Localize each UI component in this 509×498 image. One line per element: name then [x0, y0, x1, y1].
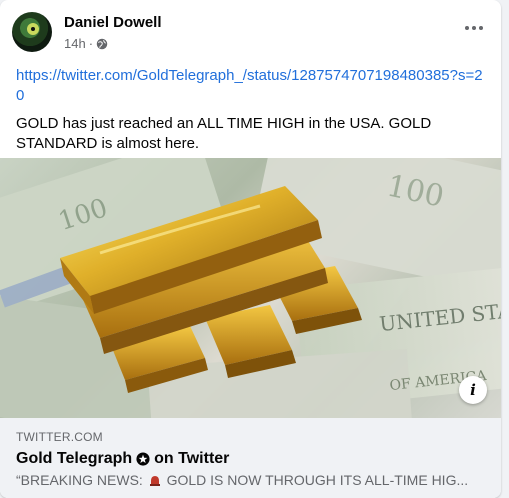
siren-icon	[149, 476, 160, 486]
preview-title-suffix: on Twitter	[154, 450, 230, 467]
post-card: Daniel Dowell 14h · https://twitter.com/…	[0, 0, 501, 498]
gold-bars-on-dollars-image: 100 100 UNITED STATES OF AMERICA	[0, 158, 501, 418]
star-badge-icon	[136, 452, 150, 466]
post-header: Daniel Dowell 14h ·	[12, 12, 489, 56]
preview-description-start: “BREAKING NEWS:	[16, 472, 143, 488]
meta-separator: ·	[88, 36, 94, 51]
post-image[interactable]: 100 100 UNITED STATES OF AMERICA i	[0, 158, 501, 418]
post-time[interactable]: 14h	[64, 36, 86, 51]
author-name[interactable]: Daniel Dowell	[64, 14, 162, 31]
preview-title: Gold Telegraph on Twitter	[16, 450, 485, 468]
preview-description: “BREAKING NEWS: GOLD IS NOW THROUGH ITS …	[16, 472, 485, 488]
preview-title-name: Gold Telegraph	[16, 450, 133, 467]
post-content: https://twitter.com/GoldTelegraph_/statu…	[16, 66, 485, 154]
info-icon[interactable]: i	[459, 376, 487, 404]
link-preview[interactable]: TWITTER.COM Gold Telegraph on Twitter “B…	[0, 418, 501, 498]
avatar[interactable]	[12, 12, 52, 52]
post-body: GOLD has just reached an ALL TIME HIGH i…	[16, 115, 432, 152]
preview-description-rest: GOLD IS NOW THROUGH ITS ALL-TIME HIG...	[166, 472, 469, 488]
more-options-icon[interactable]	[459, 16, 489, 40]
avatar-eye-center	[31, 27, 35, 31]
globe-icon[interactable]	[96, 38, 108, 50]
post-link[interactable]: https://twitter.com/GoldTelegraph_/statu…	[16, 66, 485, 106]
post-meta: 14h ·	[64, 36, 108, 51]
preview-domain: TWITTER.COM	[16, 430, 103, 444]
